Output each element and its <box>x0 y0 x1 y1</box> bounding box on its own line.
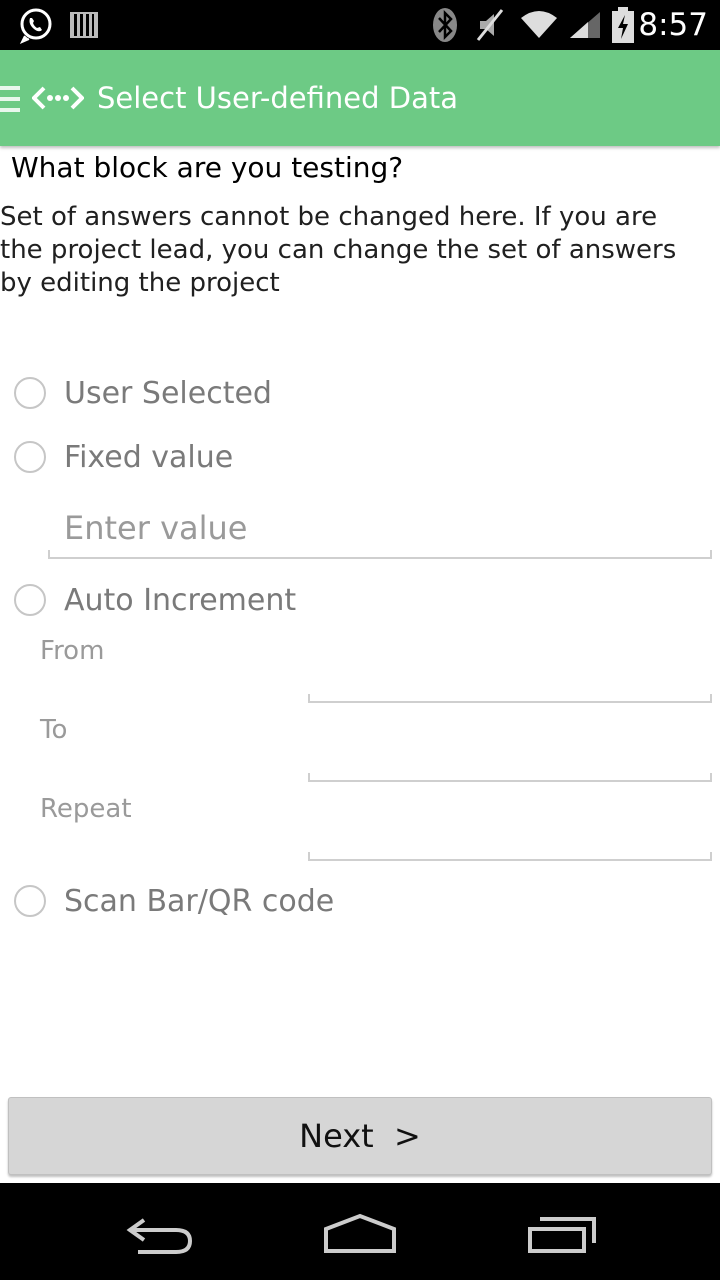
repeat-label: Repeat <box>40 794 132 824</box>
from-label: From <box>40 636 105 666</box>
home-icon[interactable] <box>322 1213 398 1259</box>
radio-label: User Selected <box>64 375 272 411</box>
repeat-input[interactable] <box>308 852 712 861</box>
page-title: Select User-defined Data <box>97 81 458 115</box>
signal-icon <box>568 0 602 50</box>
to-input[interactable] <box>308 773 712 782</box>
radio-label: Scan Bar/QR code <box>64 883 335 919</box>
drawer-menu-icon[interactable] <box>0 84 20 118</box>
radio-fixed-value[interactable]: Fixed value <box>14 437 233 477</box>
fixed-value-input[interactable]: Enter value <box>64 509 247 547</box>
app-logo-icon[interactable] <box>31 86 85 114</box>
to-label: To <box>40 715 68 745</box>
question-heading: What block are you testing? <box>11 151 404 184</box>
from-input[interactable] <box>308 694 712 703</box>
battery-charging-icon <box>612 0 634 50</box>
radio-button[interactable] <box>14 885 46 917</box>
wifi-icon <box>520 0 558 50</box>
mute-icon <box>476 0 506 50</box>
recent-apps-icon[interactable] <box>526 1215 598 1259</box>
radio-auto-increment[interactable]: Auto Increment <box>14 580 296 620</box>
radio-button[interactable] <box>14 377 46 409</box>
next-button[interactable]: Next > <box>8 1097 712 1175</box>
fixed-value-underline <box>48 550 712 559</box>
info-note: Set of answers cannot be changed here. I… <box>0 202 677 298</box>
barcode-icon <box>70 0 98 50</box>
action-bar: Select User-defined Data <box>0 50 720 146</box>
next-button-label: Next > <box>299 1117 421 1155</box>
radio-button[interactable] <box>14 441 46 473</box>
radio-label: Fixed value <box>64 439 234 475</box>
bluetooth-icon <box>432 0 458 50</box>
back-icon[interactable] <box>124 1216 194 1260</box>
radio-label: Auto Increment <box>64 582 297 618</box>
radio-scan-code[interactable]: Scan Bar/QR code <box>14 881 334 921</box>
radio-button[interactable] <box>14 584 46 616</box>
whatsapp-icon <box>16 0 54 50</box>
clock-time: 8:57 <box>638 7 708 43</box>
radio-user-selected[interactable]: User Selected <box>14 373 272 413</box>
status-bar: 8:57 <box>0 0 720 50</box>
navigation-bar <box>0 1183 720 1280</box>
